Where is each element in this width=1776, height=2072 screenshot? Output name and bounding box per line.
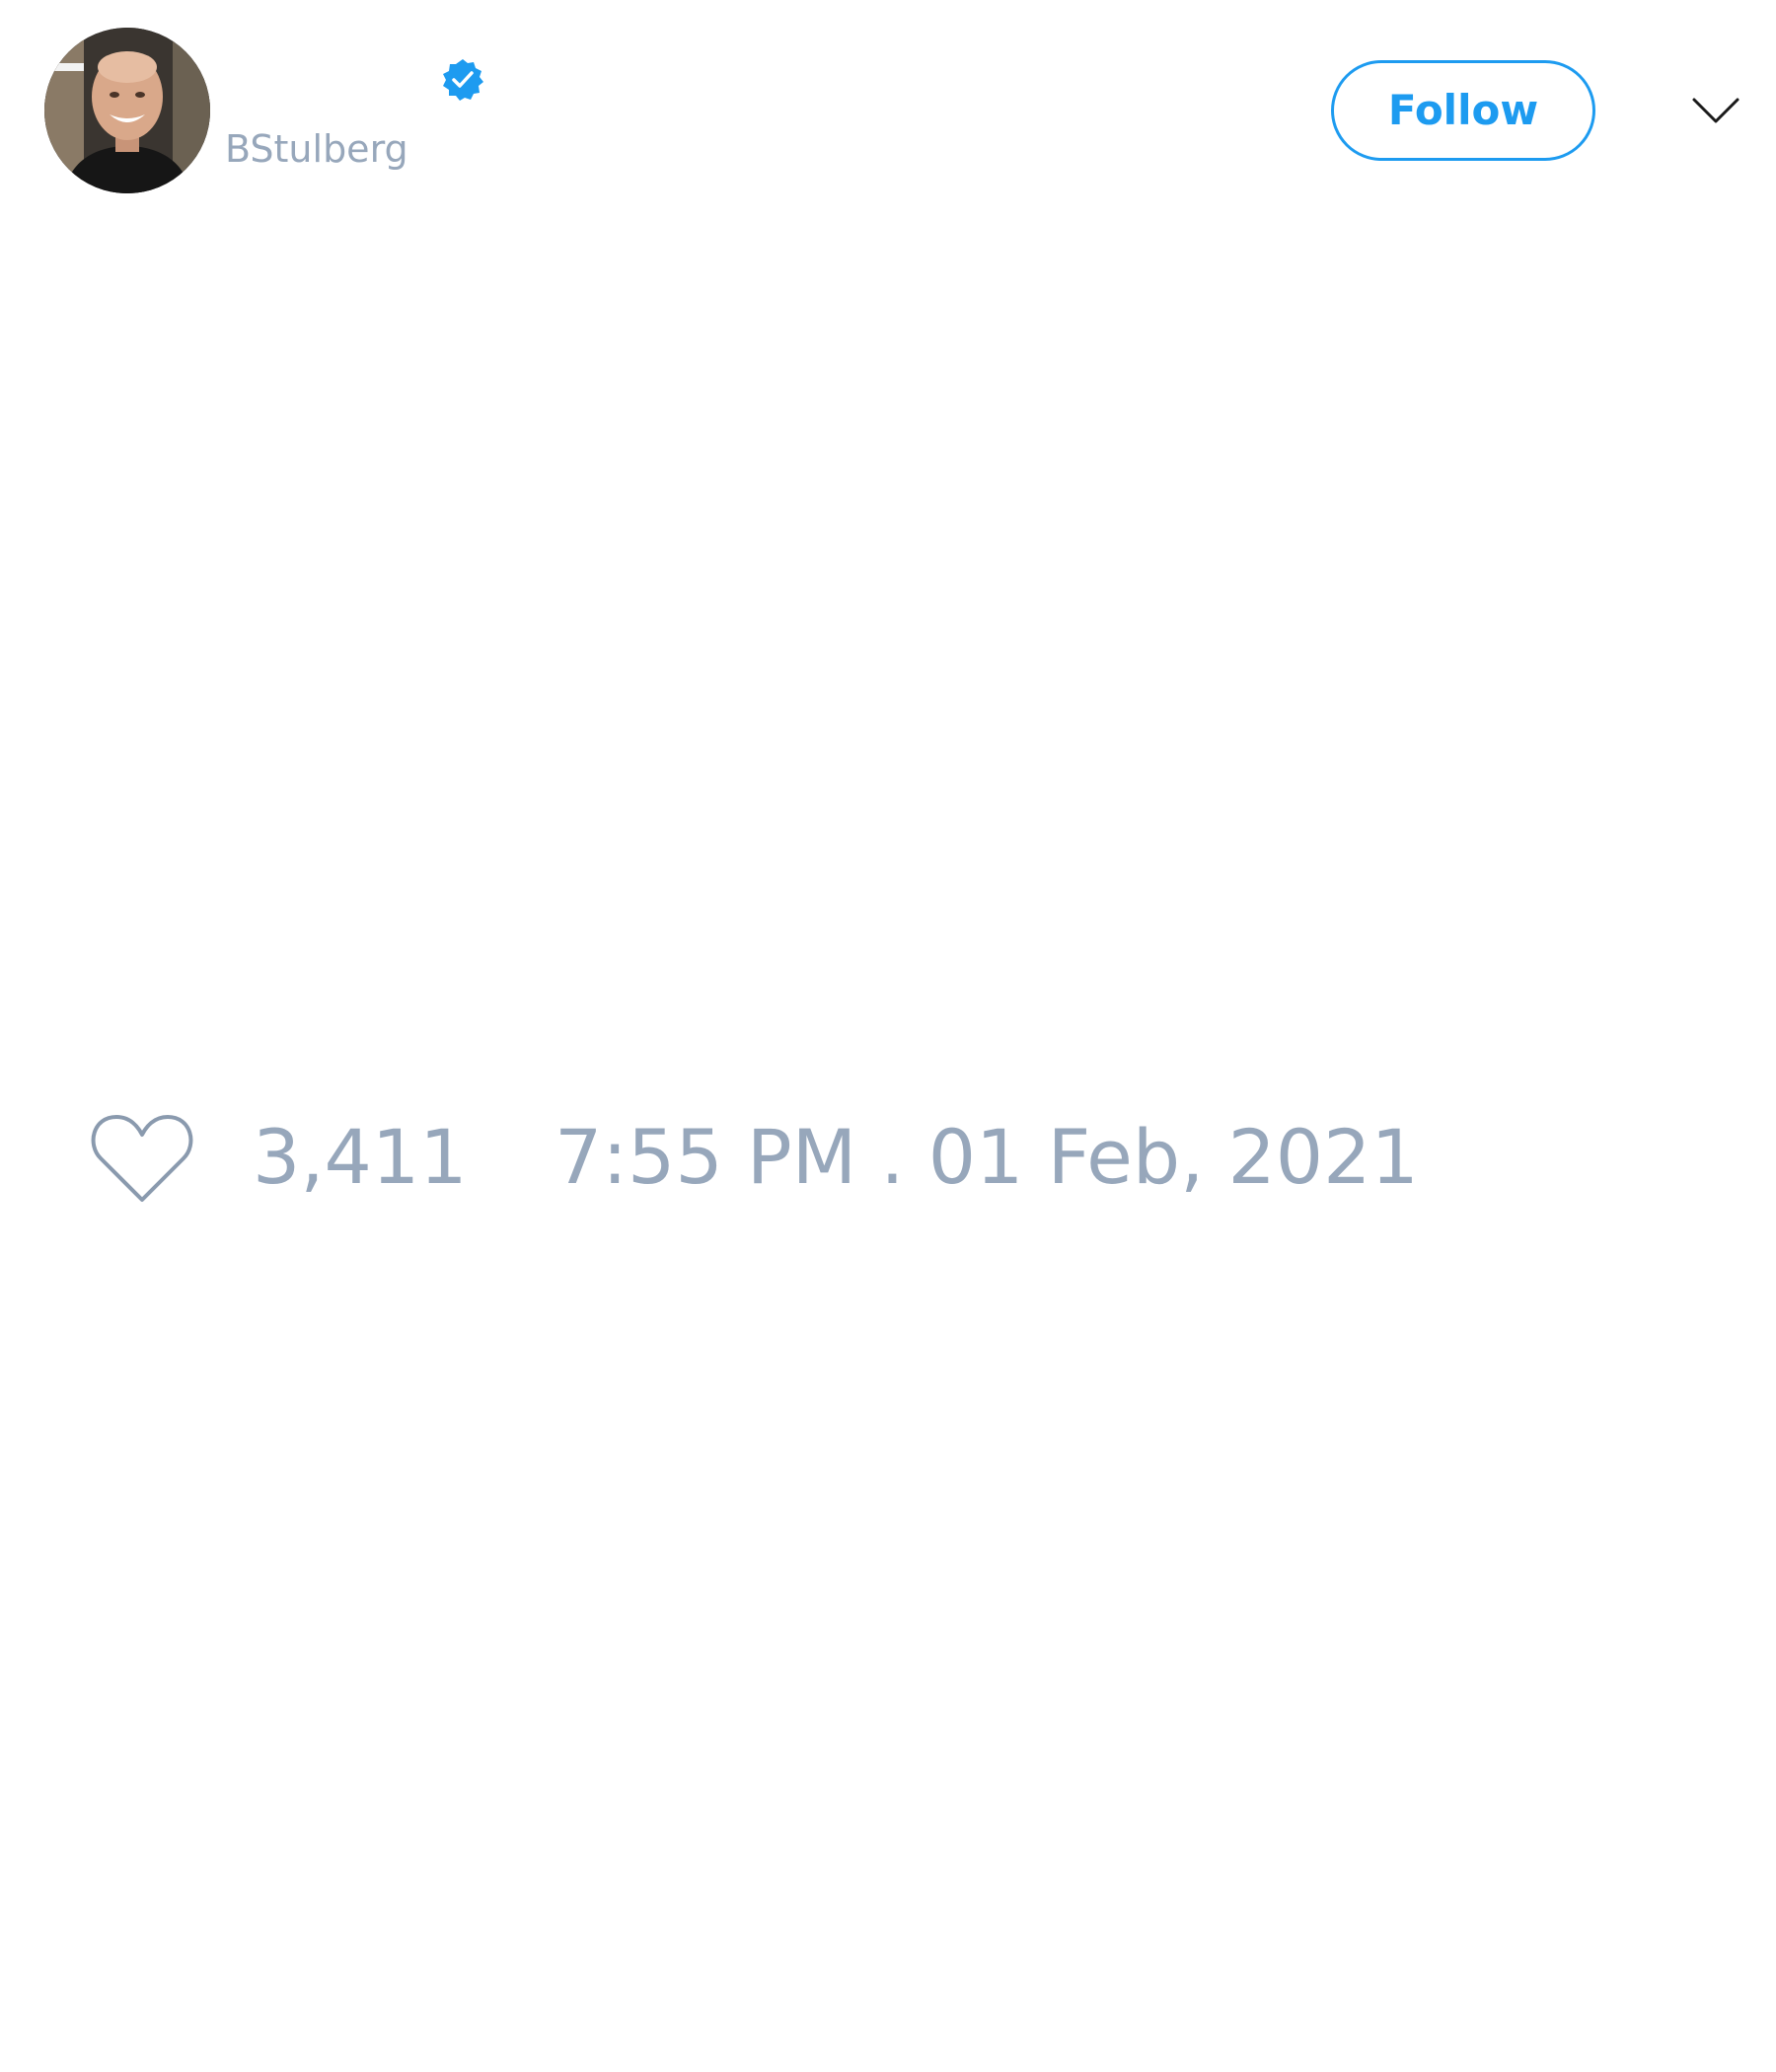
heart-icon[interactable] <box>89 1111 195 1206</box>
chevron-down-icon[interactable] <box>1691 91 1740 130</box>
like-count: 3,411 <box>253 1113 468 1201</box>
verified-badge-icon <box>440 57 485 103</box>
author-avatar[interactable] <box>44 28 210 193</box>
author-handle[interactable]: BStulberg <box>225 125 408 173</box>
avatar-photo <box>44 28 210 193</box>
tweet-timestamp[interactable]: 7:55 PM . 01 Feb, 2021 <box>555 1113 1419 1202</box>
follow-button[interactable]: Follow <box>1331 60 1595 161</box>
